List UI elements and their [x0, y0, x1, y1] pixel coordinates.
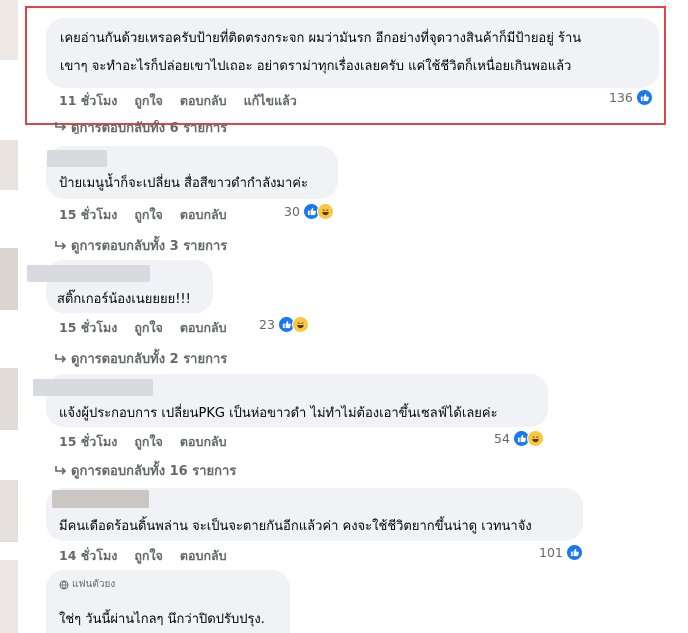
- reply-button[interactable]: ตอบกลับ: [180, 318, 227, 338]
- reply-arrow-icon: [55, 122, 67, 131]
- reply-button[interactable]: ตอบกลับ: [180, 205, 227, 225]
- reaction-summary[interactable]: 30: [284, 203, 334, 220]
- commenter-name-blurred: [33, 379, 153, 396]
- avatar-strip: [0, 0, 18, 60]
- reply-button[interactable]: ตอบกลับ: [180, 546, 227, 566]
- reaction-count: 23: [259, 317, 275, 332]
- reaction-summary[interactable]: 54: [494, 430, 544, 447]
- avatar-strip: [0, 248, 18, 310]
- comment-meta: 15 ชั่วโมง ถูกใจ ตอบกลับ: [59, 318, 244, 338]
- like-button[interactable]: ถูกใจ: [134, 432, 163, 452]
- avatar-strip: [0, 368, 18, 430]
- avatar-strip: [0, 140, 18, 190]
- highlight-box: [25, 6, 666, 125]
- view-replies-link[interactable]: ดูการตอบกลับทั้ง 16 รายการ: [55, 460, 236, 481]
- comment-time: 15 ชั่วโมง: [59, 434, 118, 449]
- comment-text: ใช่ๆ วันนี้ผ่านไกลๆ นึกว่าปิดปรับปรุง.: [59, 612, 265, 627]
- reply-arrow-icon: [55, 353, 67, 363]
- view-replies-link[interactable]: ดูการตอบกลับทั้ง 2 รายการ: [55, 348, 227, 369]
- reaction-summary[interactable]: 23: [259, 316, 309, 333]
- view-replies-label: ดูการตอบกลับทั้ง 3 รายการ: [71, 239, 228, 254]
- view-replies-link[interactable]: ดูการตอบกลับทั้ง 3 รายการ: [55, 235, 227, 256]
- badge-label: แฟนตัวยง: [72, 579, 116, 590]
- reaction-count: 101: [539, 545, 563, 560]
- avatar-strip: [0, 480, 18, 542]
- comment-text: แจ้งผู้ประกอบการ เปลี่ยนPKG เป็นห่อขาวดำ…: [59, 406, 498, 421]
- like-button[interactable]: ถูกใจ: [134, 318, 163, 338]
- view-replies-label: ดูการตอบกลับทั้ง 16 รายการ: [71, 464, 237, 479]
- like-button[interactable]: ถูกใจ: [134, 205, 163, 225]
- commenter-name-blurred: [27, 265, 150, 282]
- comment-time: 14 ชั่วโมง: [59, 548, 118, 563]
- comment-meta: 15 ชั่วโมง ถูกใจ ตอบกลับ: [59, 205, 244, 225]
- view-replies-label: ดูการตอบกลับทั้ง 2 รายการ: [71, 352, 228, 367]
- haha-icon: [291, 316, 309, 333]
- comment-meta: 15 ชั่วโมง ถูกใจ ตอบกลับ: [59, 432, 244, 452]
- like-button[interactable]: ถูกใจ: [134, 546, 163, 566]
- like-icon: [565, 544, 583, 561]
- comment-time: 15 ชั่วโมง: [59, 207, 118, 222]
- comment-text: มีคนเดือดร้อนดิ้นพล่าน จะเป็นจะตายกันอีก…: [59, 519, 532, 534]
- view-replies-label: ดูการตอบกลับทั้ง 6 รายการ: [71, 120, 228, 135]
- top-fan-badge: แฟนตัวยง: [59, 577, 115, 592]
- comment-text: สติ๊กเกอร์น้องเนยยยย!!!: [57, 292, 191, 307]
- comment-meta: 14 ชั่วโมง ถูกใจ ตอบกลับ: [59, 546, 244, 566]
- view-replies-link[interactable]: ดูการตอบกลับทั้ง 6 รายการ: [55, 120, 227, 134]
- reply-button[interactable]: ตอบกลับ: [180, 432, 227, 452]
- avatar-strip: [0, 560, 18, 633]
- reaction-summary[interactable]: 101: [539, 544, 583, 561]
- reply-arrow-icon: [55, 465, 67, 475]
- globe-icon: [59, 580, 69, 589]
- commenter-name-blurred: [52, 490, 149, 508]
- reaction-count: 54: [494, 431, 510, 446]
- comment-time: 15 ชั่วโมง: [59, 320, 118, 335]
- haha-icon: [526, 430, 544, 447]
- comment-text: ป้ายเมนูน้ำก็จะเปลี่ยน สื่อสีขาวดำกำลังม…: [59, 176, 308, 191]
- haha-icon: [316, 203, 334, 220]
- reply-arrow-icon: [55, 240, 67, 250]
- reaction-count: 30: [284, 204, 300, 219]
